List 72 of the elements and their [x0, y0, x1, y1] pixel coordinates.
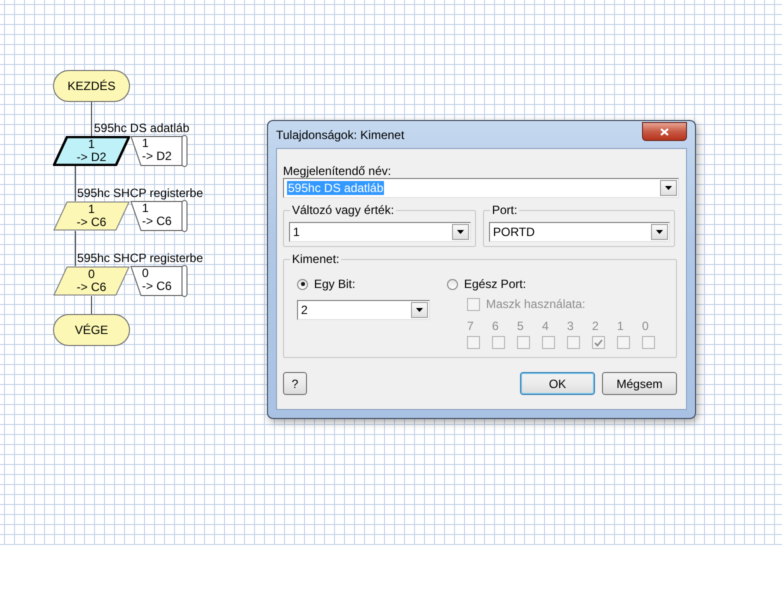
- node-target: -> C6: [76, 281, 106, 294]
- bit-checkbox[interactable]: [592, 336, 605, 349]
- group-label: Port:: [490, 203, 520, 217]
- node-value: 1: [88, 203, 95, 216]
- bit-checkbox[interactable]: [467, 336, 480, 349]
- group-label: Kimenet:: [290, 252, 342, 266]
- output-node[interactable]: [53, 136, 130, 166]
- comment-text: 0: [142, 267, 150, 280]
- bit-label: 3: [567, 319, 574, 333]
- terminator-node[interactable]: KEZDÉS: [53, 70, 130, 102]
- comment-shape: [130, 200, 190, 232]
- comment-text: 1: [142, 202, 150, 215]
- field-value: 595hc DS adatláb: [287, 181, 384, 195]
- bit-checkbox[interactable]: [542, 336, 555, 349]
- node-label: 595hc SHCP registerbe: [77, 252, 203, 265]
- dropdown-field[interactable]: 2: [297, 300, 430, 320]
- group-label: Változó vagy érték:: [290, 203, 396, 217]
- radio-button[interactable]: Egész Port:: [447, 277, 655, 291]
- comment-shape: [130, 135, 190, 167]
- bit-label: 1: [617, 319, 624, 333]
- radio-button[interactable]: Egy Bit:: [297, 277, 430, 291]
- comment-text: -> C6: [142, 280, 173, 293]
- node-label: 595hc DS adatláb: [94, 122, 190, 135]
- bit-label: 4: [542, 319, 549, 333]
- terminator-node[interactable]: VÉGE: [53, 314, 130, 346]
- comment-shape: [130, 265, 190, 297]
- window-title: Tulajdonságok: Kimenet: [276, 128, 404, 142]
- node-target: -> C6: [76, 216, 106, 229]
- bit-checkbox[interactable]: [567, 336, 580, 349]
- caret-icon: [457, 230, 464, 234]
- caret-icon: [665, 186, 672, 190]
- close-button[interactable]: [642, 122, 687, 141]
- caret-icon: [656, 230, 663, 234]
- field-value: 2: [301, 303, 308, 317]
- dropdown-button[interactable]: [660, 180, 677, 196]
- checkbox-label: Maszk használata:: [486, 297, 586, 311]
- bit-checkbox[interactable]: [617, 336, 630, 349]
- node-target: -> D2: [76, 151, 106, 164]
- dropdown-field[interactable]: 1: [289, 222, 471, 242]
- dropdown-button[interactable]: [452, 224, 469, 240]
- bit-checkbox[interactable]: [517, 336, 530, 349]
- bit-label: 7: [467, 319, 474, 333]
- dropdown-field[interactable]: PORTD: [489, 222, 670, 242]
- field-label: Megjelenítendő név:: [283, 164, 392, 178]
- dropdown-button[interactable]: [411, 302, 428, 318]
- connector-line: [91, 102, 92, 136]
- caret-icon: [416, 308, 423, 312]
- connector-line: [74, 166, 76, 201]
- bit-checkbox[interactable]: [492, 336, 505, 349]
- ok-button[interactable]: OK: [520, 372, 595, 395]
- bit-label: 5: [517, 319, 524, 333]
- field-value: PORTD: [493, 225, 535, 239]
- cancel-button[interactable]: Mégsem: [602, 372, 677, 395]
- dropdown-button[interactable]: [651, 224, 668, 240]
- bit-label: 2: [592, 319, 599, 333]
- connector-line: [91, 296, 92, 314]
- field-value: 1: [293, 225, 300, 239]
- output-node[interactable]: [53, 201, 130, 231]
- comment-text: 1: [142, 137, 150, 150]
- comment-text: -> C6: [142, 215, 173, 228]
- bit-label: 6: [492, 319, 499, 333]
- node-value: 0: [88, 268, 95, 281]
- bit-checkbox[interactable]: [642, 336, 655, 349]
- node-value: 1: [88, 138, 95, 151]
- close-icon: [660, 128, 669, 136]
- help-button[interactable]: ?: [283, 372, 307, 395]
- connector-line: [74, 231, 76, 266]
- node-label: 595hc SHCP registerbe: [77, 187, 203, 200]
- check-icon: [594, 338, 603, 346]
- bit-label: 0: [642, 319, 649, 333]
- comment-text: -> D2: [142, 150, 173, 163]
- output-node[interactable]: [53, 266, 130, 296]
